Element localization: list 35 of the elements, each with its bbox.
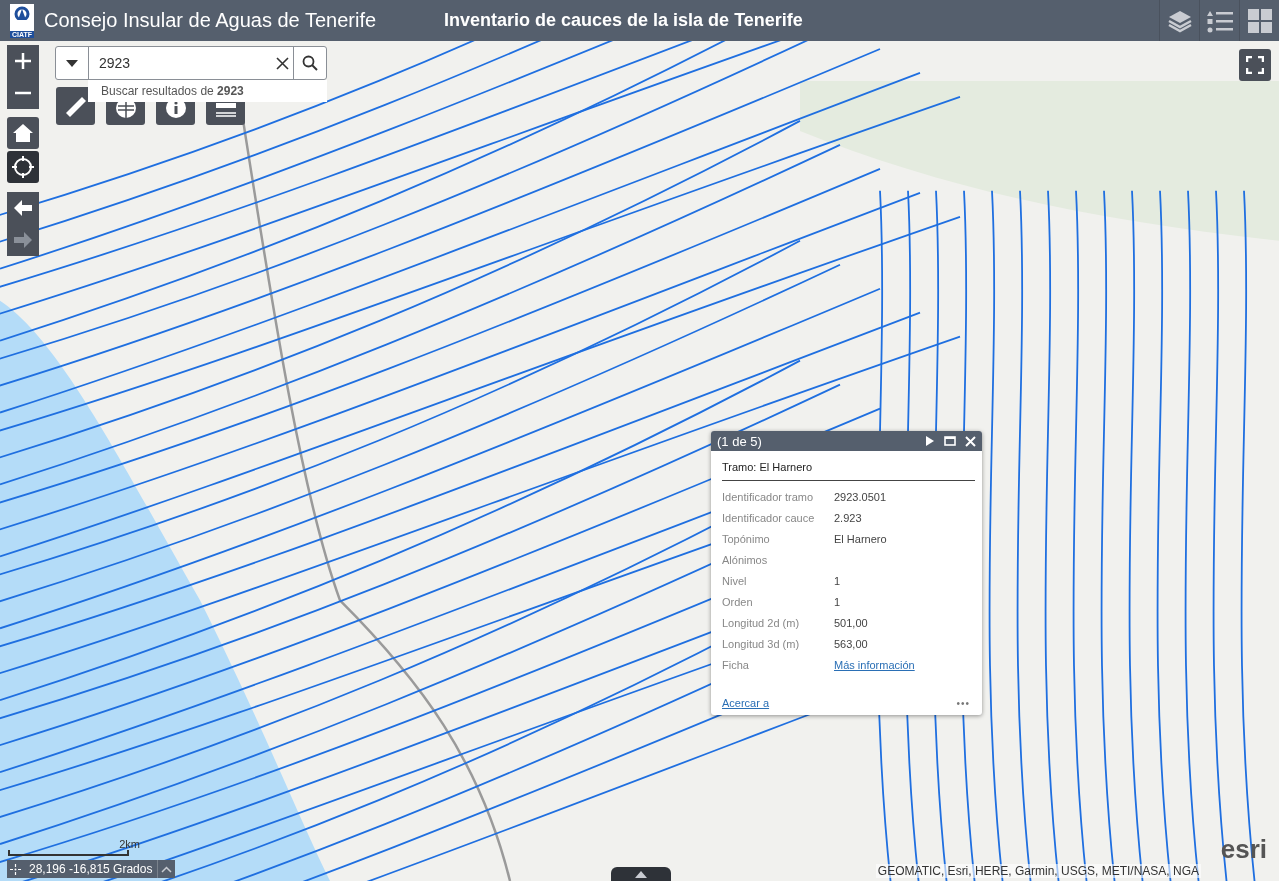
popup-counter: (1 de 5) xyxy=(717,433,762,449)
field-value: 2.923 xyxy=(834,511,862,524)
field-label: Orden xyxy=(722,595,754,608)
field-value: El Harnero xyxy=(834,532,887,545)
coordinates-text: 28,196 -16,815 Grados xyxy=(28,862,154,876)
field-label: Nivel xyxy=(722,574,748,587)
field-value: 1 xyxy=(834,595,841,608)
field-value: 2923.0501 xyxy=(834,490,886,503)
field-label: Ficha xyxy=(722,658,750,671)
field-label: Identificador cauce xyxy=(722,511,816,524)
locate-icon[interactable] xyxy=(7,151,39,183)
field-label: Topónimo xyxy=(722,532,771,545)
ruler-icon[interactable] xyxy=(56,87,95,125)
field-value: 1 xyxy=(834,574,841,587)
close-icon[interactable] xyxy=(962,433,978,449)
scale-label: 2km xyxy=(119,838,140,850)
fullscreen-icon[interactable] xyxy=(1239,49,1271,81)
panel-toggle-icon[interactable] xyxy=(611,867,671,881)
map-attribution: GEOMATIC, Esri, HERE, Garmin, USGS, METI/NASA, NGA xyxy=(875,864,1201,878)
search-field[interactable]: 2923 xyxy=(55,46,327,80)
more-options-button[interactable]: ••• xyxy=(956,697,970,709)
field-value: 563,00 xyxy=(834,637,868,650)
app-subtitle: Inventario de cauces de la isla de Tenerife xyxy=(444,10,803,31)
home-icon[interactable] xyxy=(7,117,39,149)
field-label: Longitud 3d (m) xyxy=(722,637,801,650)
app-title: Consejo Insular de Aguas de Tenerife xyxy=(44,9,378,32)
field-label: Identificador tramo xyxy=(722,490,815,503)
more-info-link[interactable]: Más información xyxy=(834,658,915,671)
maximize-icon[interactable] xyxy=(942,433,958,449)
field-label: Longitud 2d (m) xyxy=(722,616,801,629)
field-value: 501,00 xyxy=(834,616,868,629)
popup-title: Tramo: El Harnero xyxy=(722,461,975,481)
search-suggestions-menu[interactable]: Buscar resultados de 2923 xyxy=(88,80,327,102)
zoom-to-link[interactable]: Acercar a xyxy=(722,697,770,709)
field-label: Alónimos xyxy=(722,553,769,566)
